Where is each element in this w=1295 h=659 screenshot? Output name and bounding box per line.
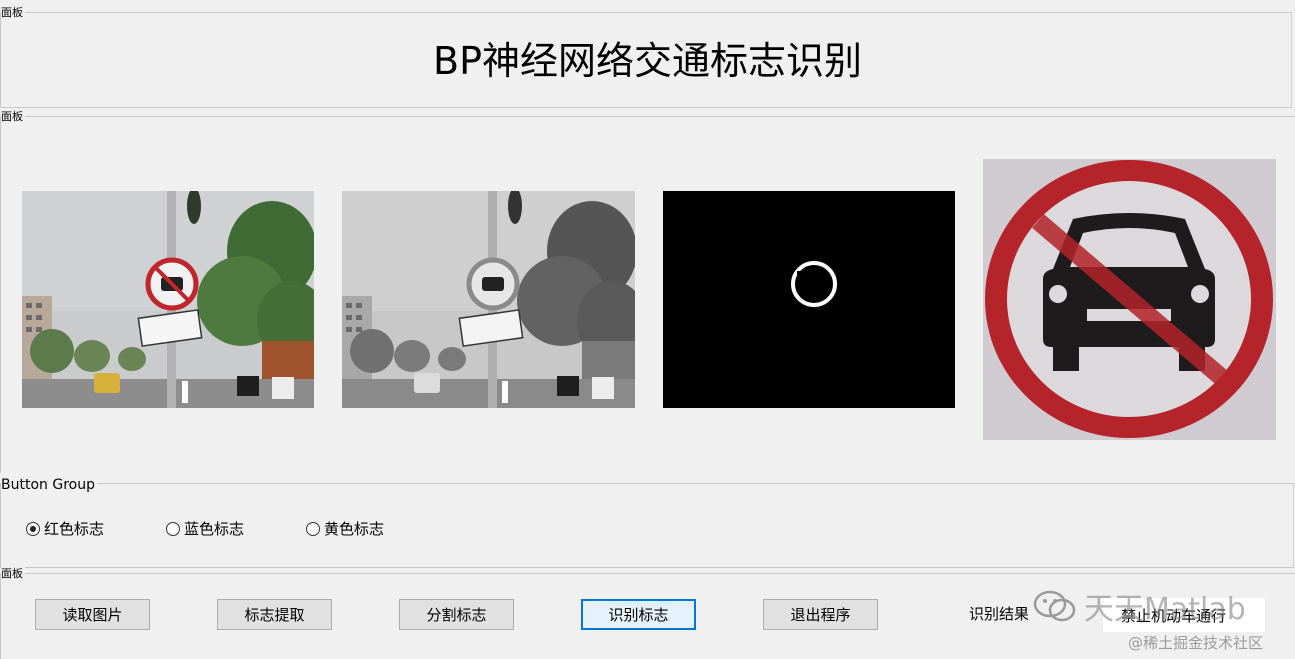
exit-program-button[interactable]: 退出程序 — [763, 599, 878, 630]
watermark-brand-text: 天天Matlab — [1084, 592, 1246, 627]
wechat-icon — [1033, 590, 1076, 622]
binary-mask-image — [663, 191, 955, 408]
radio-yellow-sign[interactable]: 黄色标志 — [306, 518, 384, 539]
radio-label: 蓝色标志 — [184, 520, 245, 538]
image-panel-label: 面板 — [1, 110, 25, 123]
extracted-sign-image — [983, 159, 1276, 440]
radio-indicator — [26, 521, 40, 536]
radio-blue-sign[interactable]: 蓝色标志 — [166, 518, 244, 539]
radio-label: 红色标志 — [44, 520, 105, 538]
result-label: 识别结果 — [969, 605, 1030, 623]
button-group-label: Button Group — [1, 477, 97, 493]
grayscale-image — [342, 191, 635, 408]
radio-indicator — [166, 521, 180, 536]
watermark-site: @稀土掘金技术社区 — [1128, 634, 1264, 652]
control-panel-label: 面板 — [1, 567, 25, 580]
radio-red-sign[interactable]: 红色标志 — [26, 518, 104, 539]
watermark-brand: 天天Matlab — [1032, 584, 1246, 628]
segment-sign-button[interactable]: 分割标志 — [399, 599, 514, 630]
radio-indicator — [306, 521, 320, 536]
recognize-sign-button[interactable]: 识别标志 — [581, 599, 696, 630]
original-image — [22, 191, 314, 408]
read-image-button[interactable]: 读取图片 — [35, 599, 150, 630]
extract-sign-button[interactable]: 标志提取 — [217, 599, 332, 630]
radio-label: 黄色标志 — [324, 520, 385, 538]
app-title: BP神经网络交通标志识别 — [433, 39, 862, 83]
title-panel-label: 面板 — [1, 6, 25, 19]
